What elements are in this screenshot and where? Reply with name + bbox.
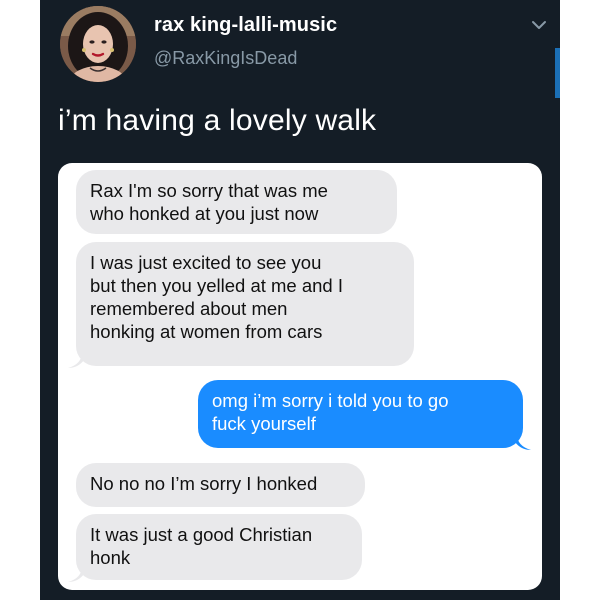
bubble-tail <box>68 352 84 368</box>
message-line: who honked at you just now <box>90 203 319 224</box>
message-line: omg i’m sorry i told you to go <box>212 390 449 411</box>
message-line: I was just excited to see you <box>90 252 322 273</box>
message-line: No no no I’m sorry I honked <box>90 473 318 494</box>
bubble-tail <box>68 566 84 582</box>
tweet-text: i’m having a lovely walk <box>58 104 377 137</box>
message-bubble-incoming: I was just excited to see you but then y… <box>76 242 414 366</box>
message-line: Rax I'm so sorry that was me <box>90 180 328 201</box>
avatar[interactable] <box>60 6 136 82</box>
message-screenshot: Rax I'm so sorry that was me who honked … <box>58 163 542 590</box>
message-line: remembered about men <box>90 298 288 319</box>
chevron-down-icon[interactable] <box>528 14 550 36</box>
message-line: but then you yelled at me and I <box>90 275 344 296</box>
user-handle[interactable]: @RaxKingIsDead <box>154 48 297 69</box>
avatar-photo <box>60 6 136 82</box>
tweet-card: rax king-lalli-music @RaxKingIsDead i’m … <box>40 0 560 600</box>
bubble-tail <box>515 434 531 450</box>
message-bubble-incoming: It was just a good Christian honk <box>76 514 362 580</box>
message-line: It was just a good Christian <box>90 524 313 545</box>
message-bubble-incoming: No no no I’m sorry I honked <box>76 463 365 507</box>
scroll-indicator <box>555 48 560 98</box>
message-line: fuck yourself <box>212 413 316 434</box>
message-line: honking at women from cars <box>90 321 323 342</box>
message-line: honk <box>90 547 131 568</box>
display-name[interactable]: rax king-lalli-music <box>154 14 337 37</box>
message-bubble-incoming: Rax I'm so sorry that was me who honked … <box>76 170 397 234</box>
message-bubble-outgoing: omg i’m sorry i told you to go fuck your… <box>198 380 523 448</box>
